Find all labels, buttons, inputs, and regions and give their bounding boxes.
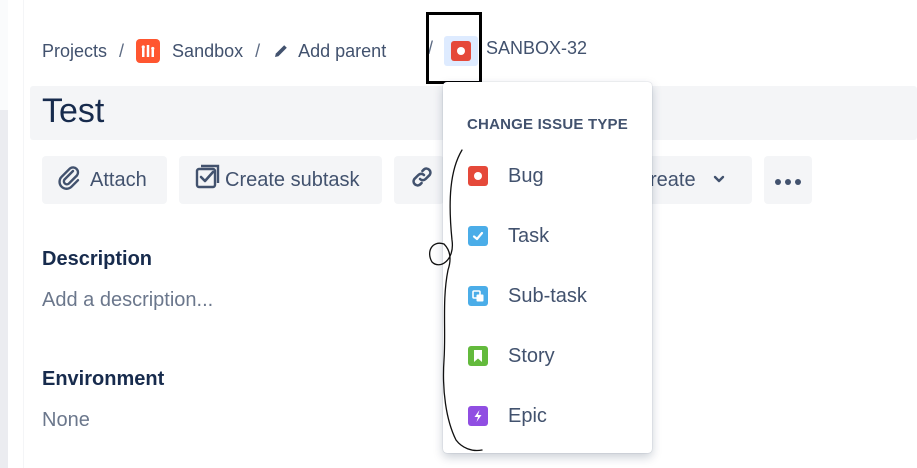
menu-item-bug[interactable]: Bug (443, 154, 652, 198)
more-actions-button[interactable] (764, 156, 812, 204)
epic-icon (468, 406, 488, 426)
issue-title[interactable]: Test (42, 92, 104, 131)
create-label: reate (650, 168, 696, 191)
menu-header: CHANGE ISSUE TYPE (467, 116, 628, 133)
link-issue-button[interactable] (394, 156, 444, 204)
highlight-annotation (426, 12, 482, 84)
breadcrumb-separator: / (119, 40, 125, 61)
create-subtask-label: Create subtask (225, 168, 360, 191)
chevron-down-icon (712, 169, 726, 192)
menu-item-label: Sub-task (508, 284, 587, 307)
menu-item-label: Task (508, 224, 550, 247)
menu-item-label: Epic (508, 404, 547, 427)
create-button[interactable]: reate (640, 156, 752, 204)
paperclip-icon (56, 164, 82, 196)
subtask-checkbox-icon (193, 163, 221, 197)
menu-item-subtask[interactable]: Sub-task (443, 274, 652, 318)
breadcrumb-project-label: Sandbox (172, 40, 244, 61)
breadcrumb-projects[interactable]: Projects (42, 41, 107, 62)
environment-label: Environment (42, 368, 165, 390)
gutter-strip (0, 110, 8, 468)
project-icon (136, 39, 161, 63)
issue-key-link[interactable]: SANBOX-32 (486, 38, 587, 59)
link-icon (408, 163, 436, 197)
environment-field[interactable]: None (42, 409, 90, 432)
menu-item-epic[interactable]: Epic (443, 394, 652, 438)
add-parent-label: Add parent (298, 40, 387, 61)
menu-item-label: Bug (508, 164, 544, 187)
menu-item-task[interactable]: Task (443, 214, 652, 258)
add-parent-button[interactable]: Add parent (272, 41, 386, 62)
breadcrumb-separator: / (255, 40, 261, 61)
more-icon (774, 169, 802, 192)
description-label: Description (42, 248, 153, 270)
breadcrumb-project[interactable]: Sandbox (136, 39, 243, 63)
description-field[interactable]: Add a description... (42, 289, 213, 312)
pencil-icon (272, 42, 290, 60)
change-issue-type-menu: CHANGE ISSUE TYPE Bug Task Sub-task Stor… (443, 82, 652, 453)
left-gutter (0, 0, 24, 468)
story-icon (468, 346, 488, 366)
menu-item-story[interactable]: Story (443, 334, 652, 378)
create-subtask-button[interactable]: Create subtask (179, 156, 382, 204)
menu-item-label: Story (508, 344, 555, 367)
breadcrumb: Projects / Sandbox / Add parent (42, 36, 386, 66)
attach-button[interactable]: Attach (42, 156, 167, 204)
task-icon (468, 226, 488, 246)
bug-icon (468, 166, 488, 186)
attach-label: Attach (90, 168, 147, 191)
subtask-icon (468, 286, 488, 306)
gutter-strip-top (0, 0, 8, 110)
